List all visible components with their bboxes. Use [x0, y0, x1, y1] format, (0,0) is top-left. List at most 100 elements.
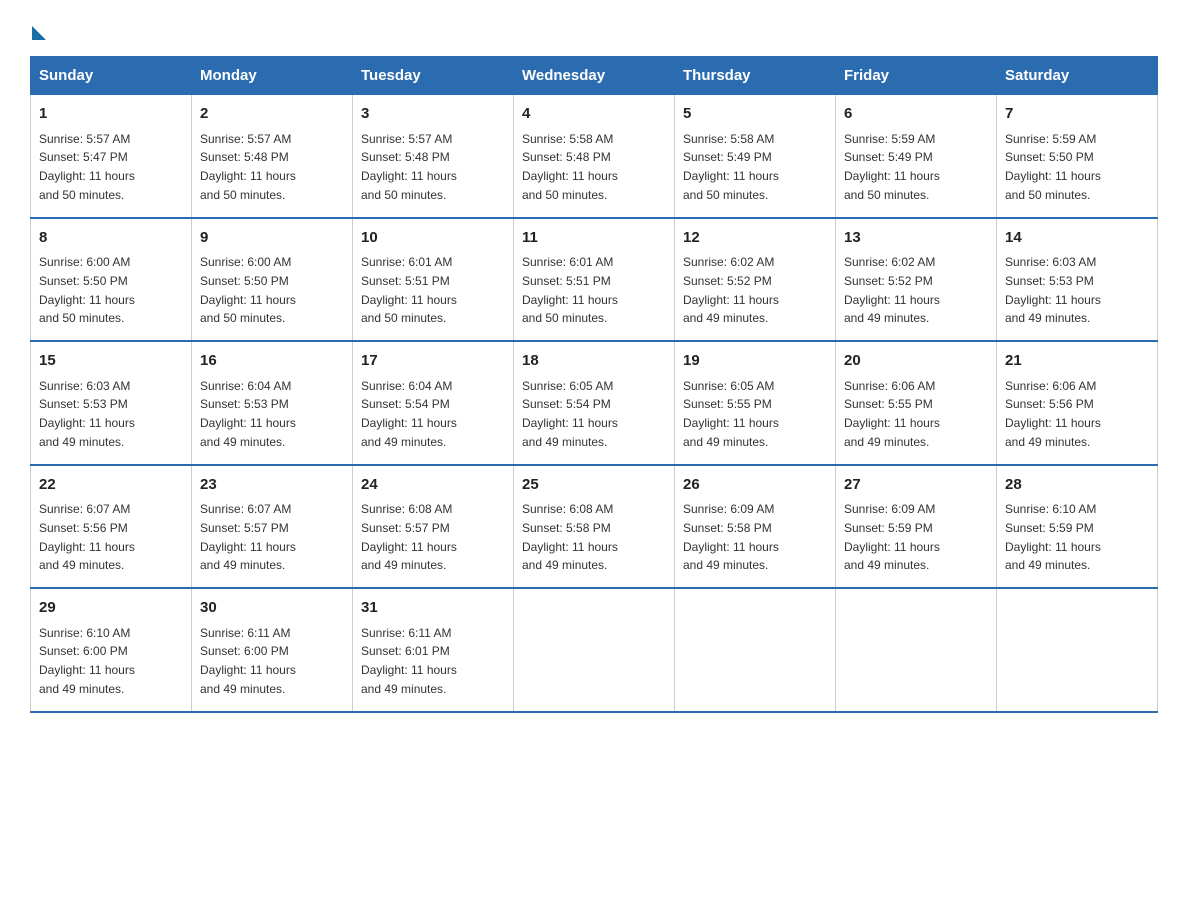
calendar-cell: 2 Sunrise: 5:57 AMSunset: 5:48 PMDayligh…	[192, 95, 353, 218]
day-info: Sunrise: 6:00 AMSunset: 5:50 PMDaylight:…	[200, 255, 296, 325]
header-saturday: Saturday	[997, 57, 1158, 95]
day-number: 31	[361, 597, 505, 620]
calendar-cell	[997, 588, 1158, 712]
calendar-week-row: 8 Sunrise: 6:00 AMSunset: 5:50 PMDayligh…	[31, 218, 1158, 342]
day-number: 24	[361, 474, 505, 497]
calendar-week-row: 22 Sunrise: 6:07 AMSunset: 5:56 PMDaylig…	[31, 465, 1158, 589]
calendar-cell: 20 Sunrise: 6:06 AMSunset: 5:55 PMDaylig…	[836, 341, 997, 465]
calendar-cell: 24 Sunrise: 6:08 AMSunset: 5:57 PMDaylig…	[353, 465, 514, 589]
calendar-cell: 1 Sunrise: 5:57 AMSunset: 5:47 PMDayligh…	[31, 95, 192, 218]
calendar-cell: 25 Sunrise: 6:08 AMSunset: 5:58 PMDaylig…	[514, 465, 675, 589]
day-number: 25	[522, 474, 666, 497]
day-number: 11	[522, 227, 666, 250]
day-info: Sunrise: 6:02 AMSunset: 5:52 PMDaylight:…	[683, 255, 779, 325]
calendar-cell: 12 Sunrise: 6:02 AMSunset: 5:52 PMDaylig…	[675, 218, 836, 342]
day-number: 5	[683, 103, 827, 126]
day-number: 23	[200, 474, 344, 497]
calendar-cell	[836, 588, 997, 712]
calendar-cell	[514, 588, 675, 712]
calendar-cell: 27 Sunrise: 6:09 AMSunset: 5:59 PMDaylig…	[836, 465, 997, 589]
day-info: Sunrise: 6:08 AMSunset: 5:58 PMDaylight:…	[522, 502, 618, 572]
header-thursday: Thursday	[675, 57, 836, 95]
header-sunday: Sunday	[31, 57, 192, 95]
day-info: Sunrise: 6:03 AMSunset: 5:53 PMDaylight:…	[39, 379, 135, 449]
calendar-cell: 18 Sunrise: 6:05 AMSunset: 5:54 PMDaylig…	[514, 341, 675, 465]
day-info: Sunrise: 6:02 AMSunset: 5:52 PMDaylight:…	[844, 255, 940, 325]
day-number: 21	[1005, 350, 1149, 373]
calendar-week-row: 1 Sunrise: 5:57 AMSunset: 5:47 PMDayligh…	[31, 95, 1158, 218]
day-info: Sunrise: 6:05 AMSunset: 5:55 PMDaylight:…	[683, 379, 779, 449]
calendar-cell: 16 Sunrise: 6:04 AMSunset: 5:53 PMDaylig…	[192, 341, 353, 465]
day-number: 13	[844, 227, 988, 250]
day-info: Sunrise: 5:59 AMSunset: 5:50 PMDaylight:…	[1005, 132, 1101, 202]
day-number: 20	[844, 350, 988, 373]
day-info: Sunrise: 6:03 AMSunset: 5:53 PMDaylight:…	[1005, 255, 1101, 325]
calendar-cell: 11 Sunrise: 6:01 AMSunset: 5:51 PMDaylig…	[514, 218, 675, 342]
day-info: Sunrise: 6:06 AMSunset: 5:56 PMDaylight:…	[1005, 379, 1101, 449]
day-info: Sunrise: 5:57 AMSunset: 5:47 PMDaylight:…	[39, 132, 135, 202]
day-info: Sunrise: 6:10 AMSunset: 5:59 PMDaylight:…	[1005, 502, 1101, 572]
logo	[30, 20, 46, 36]
page-header	[30, 20, 1158, 36]
day-number: 22	[39, 474, 183, 497]
calendar-table: SundayMondayTuesdayWednesdayThursdayFrid…	[30, 56, 1158, 713]
day-info: Sunrise: 6:08 AMSunset: 5:57 PMDaylight:…	[361, 502, 457, 572]
header-monday: Monday	[192, 57, 353, 95]
day-number: 7	[1005, 103, 1149, 126]
calendar-cell: 9 Sunrise: 6:00 AMSunset: 5:50 PMDayligh…	[192, 218, 353, 342]
calendar-cell: 21 Sunrise: 6:06 AMSunset: 5:56 PMDaylig…	[997, 341, 1158, 465]
day-number: 30	[200, 597, 344, 620]
day-number: 16	[200, 350, 344, 373]
calendar-cell: 30 Sunrise: 6:11 AMSunset: 6:00 PMDaylig…	[192, 588, 353, 712]
day-info: Sunrise: 6:07 AMSunset: 5:57 PMDaylight:…	[200, 502, 296, 572]
day-info: Sunrise: 6:07 AMSunset: 5:56 PMDaylight:…	[39, 502, 135, 572]
day-number: 8	[39, 227, 183, 250]
calendar-week-row: 29 Sunrise: 6:10 AMSunset: 6:00 PMDaylig…	[31, 588, 1158, 712]
day-info: Sunrise: 5:58 AMSunset: 5:49 PMDaylight:…	[683, 132, 779, 202]
day-number: 19	[683, 350, 827, 373]
calendar-cell: 15 Sunrise: 6:03 AMSunset: 5:53 PMDaylig…	[31, 341, 192, 465]
calendar-cell: 6 Sunrise: 5:59 AMSunset: 5:49 PMDayligh…	[836, 95, 997, 218]
calendar-cell: 17 Sunrise: 6:04 AMSunset: 5:54 PMDaylig…	[353, 341, 514, 465]
day-info: Sunrise: 5:57 AMSunset: 5:48 PMDaylight:…	[361, 132, 457, 202]
day-info: Sunrise: 6:04 AMSunset: 5:54 PMDaylight:…	[361, 379, 457, 449]
header-wednesday: Wednesday	[514, 57, 675, 95]
day-number: 1	[39, 103, 183, 126]
day-info: Sunrise: 6:01 AMSunset: 5:51 PMDaylight:…	[522, 255, 618, 325]
calendar-header-row: SundayMondayTuesdayWednesdayThursdayFrid…	[31, 57, 1158, 95]
day-number: 15	[39, 350, 183, 373]
calendar-cell: 23 Sunrise: 6:07 AMSunset: 5:57 PMDaylig…	[192, 465, 353, 589]
calendar-cell: 10 Sunrise: 6:01 AMSunset: 5:51 PMDaylig…	[353, 218, 514, 342]
calendar-cell: 5 Sunrise: 5:58 AMSunset: 5:49 PMDayligh…	[675, 95, 836, 218]
calendar-cell: 19 Sunrise: 6:05 AMSunset: 5:55 PMDaylig…	[675, 341, 836, 465]
day-number: 14	[1005, 227, 1149, 250]
calendar-cell	[675, 588, 836, 712]
day-number: 28	[1005, 474, 1149, 497]
day-info: Sunrise: 6:09 AMSunset: 5:59 PMDaylight:…	[844, 502, 940, 572]
calendar-cell: 3 Sunrise: 5:57 AMSunset: 5:48 PMDayligh…	[353, 95, 514, 218]
day-info: Sunrise: 6:05 AMSunset: 5:54 PMDaylight:…	[522, 379, 618, 449]
logo-arrow-icon	[32, 26, 46, 40]
calendar-cell: 31 Sunrise: 6:11 AMSunset: 6:01 PMDaylig…	[353, 588, 514, 712]
day-info: Sunrise: 6:11 AMSunset: 6:00 PMDaylight:…	[200, 626, 296, 696]
day-info: Sunrise: 6:00 AMSunset: 5:50 PMDaylight:…	[39, 255, 135, 325]
day-number: 6	[844, 103, 988, 126]
day-info: Sunrise: 6:06 AMSunset: 5:55 PMDaylight:…	[844, 379, 940, 449]
calendar-cell: 13 Sunrise: 6:02 AMSunset: 5:52 PMDaylig…	[836, 218, 997, 342]
calendar-cell: 14 Sunrise: 6:03 AMSunset: 5:53 PMDaylig…	[997, 218, 1158, 342]
day-info: Sunrise: 6:10 AMSunset: 6:00 PMDaylight:…	[39, 626, 135, 696]
calendar-cell: 8 Sunrise: 6:00 AMSunset: 5:50 PMDayligh…	[31, 218, 192, 342]
day-info: Sunrise: 5:59 AMSunset: 5:49 PMDaylight:…	[844, 132, 940, 202]
day-info: Sunrise: 6:04 AMSunset: 5:53 PMDaylight:…	[200, 379, 296, 449]
day-number: 3	[361, 103, 505, 126]
day-number: 12	[683, 227, 827, 250]
day-number: 4	[522, 103, 666, 126]
calendar-cell: 4 Sunrise: 5:58 AMSunset: 5:48 PMDayligh…	[514, 95, 675, 218]
day-number: 27	[844, 474, 988, 497]
day-number: 17	[361, 350, 505, 373]
calendar-cell: 29 Sunrise: 6:10 AMSunset: 6:00 PMDaylig…	[31, 588, 192, 712]
calendar-cell: 26 Sunrise: 6:09 AMSunset: 5:58 PMDaylig…	[675, 465, 836, 589]
day-info: Sunrise: 5:57 AMSunset: 5:48 PMDaylight:…	[200, 132, 296, 202]
calendar-cell: 28 Sunrise: 6:10 AMSunset: 5:59 PMDaylig…	[997, 465, 1158, 589]
day-number: 10	[361, 227, 505, 250]
